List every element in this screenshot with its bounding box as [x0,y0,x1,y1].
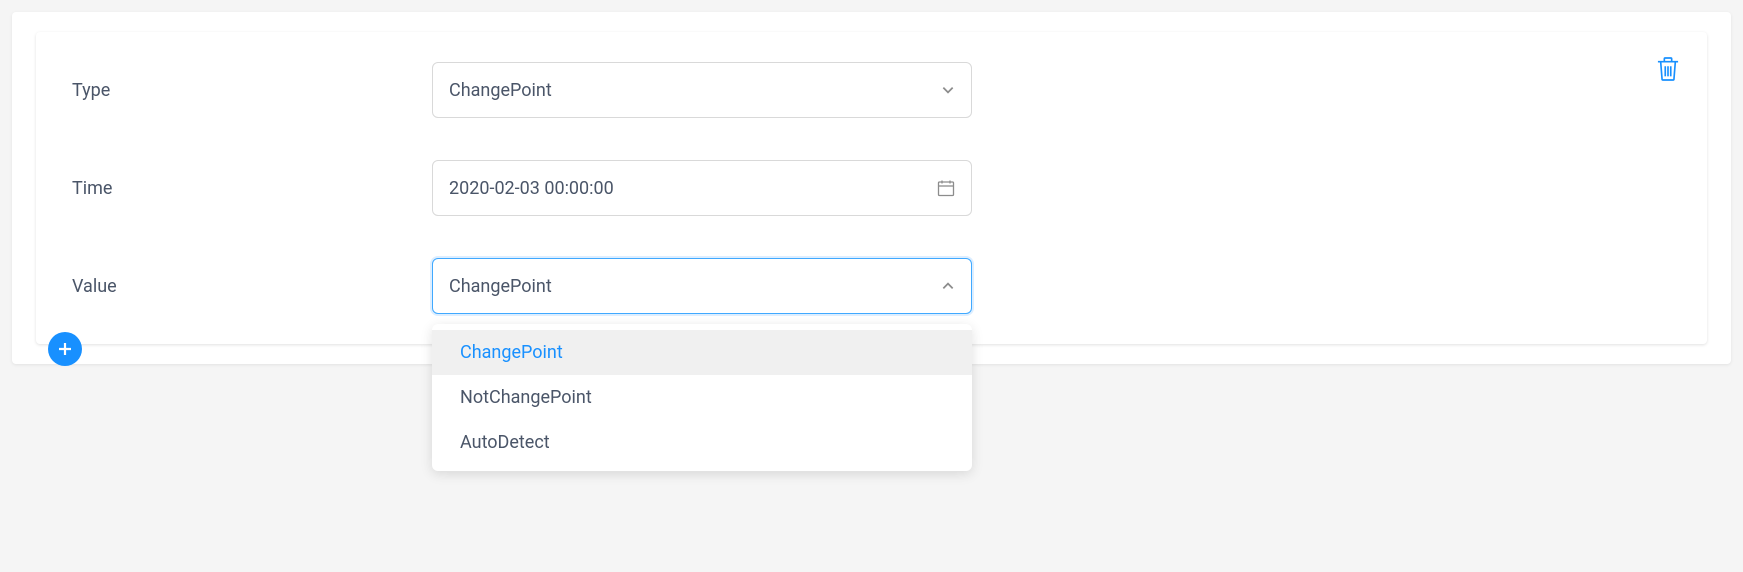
time-input[interactable]: 2020-02-03 00:00:00 [432,160,972,216]
time-input-value: 2020-02-03 00:00:00 [449,178,614,199]
value-dropdown: ChangePoint NotChangePoint AutoDetect [432,324,972,471]
value-select-value: ChangePoint [449,276,552,297]
form-card: Type ChangePoint Time 2020-02-03 00:00:0… [36,32,1707,344]
chevron-down-icon [941,83,955,97]
time-row: Time 2020-02-03 00:00:00 [72,160,1671,216]
form-container: Type ChangePoint Time 2020-02-03 00:00:0… [12,12,1731,364]
dropdown-option-changepoint[interactable]: ChangePoint [432,330,972,375]
dropdown-option-autodetect[interactable]: AutoDetect [432,420,972,465]
type-label: Type [72,80,432,101]
value-row: Value ChangePoint ChangePoint NotChangeP… [72,258,1671,314]
value-control: ChangePoint ChangePoint NotChangePoint A… [432,258,972,314]
type-select[interactable]: ChangePoint [432,62,972,118]
trash-icon [1657,56,1679,82]
add-button[interactable] [48,332,82,366]
value-label: Value [72,276,432,297]
time-label: Time [72,178,432,199]
plus-icon [56,340,74,358]
value-select[interactable]: ChangePoint [432,258,972,314]
calendar-icon [937,179,955,197]
time-control: 2020-02-03 00:00:00 [432,160,972,216]
type-row: Type ChangePoint [72,62,1671,118]
dropdown-option-notchangepoint[interactable]: NotChangePoint [432,375,972,420]
type-control: ChangePoint [432,62,972,118]
chevron-up-icon [941,279,955,293]
delete-button[interactable] [1657,56,1679,82]
type-select-value: ChangePoint [449,80,552,101]
